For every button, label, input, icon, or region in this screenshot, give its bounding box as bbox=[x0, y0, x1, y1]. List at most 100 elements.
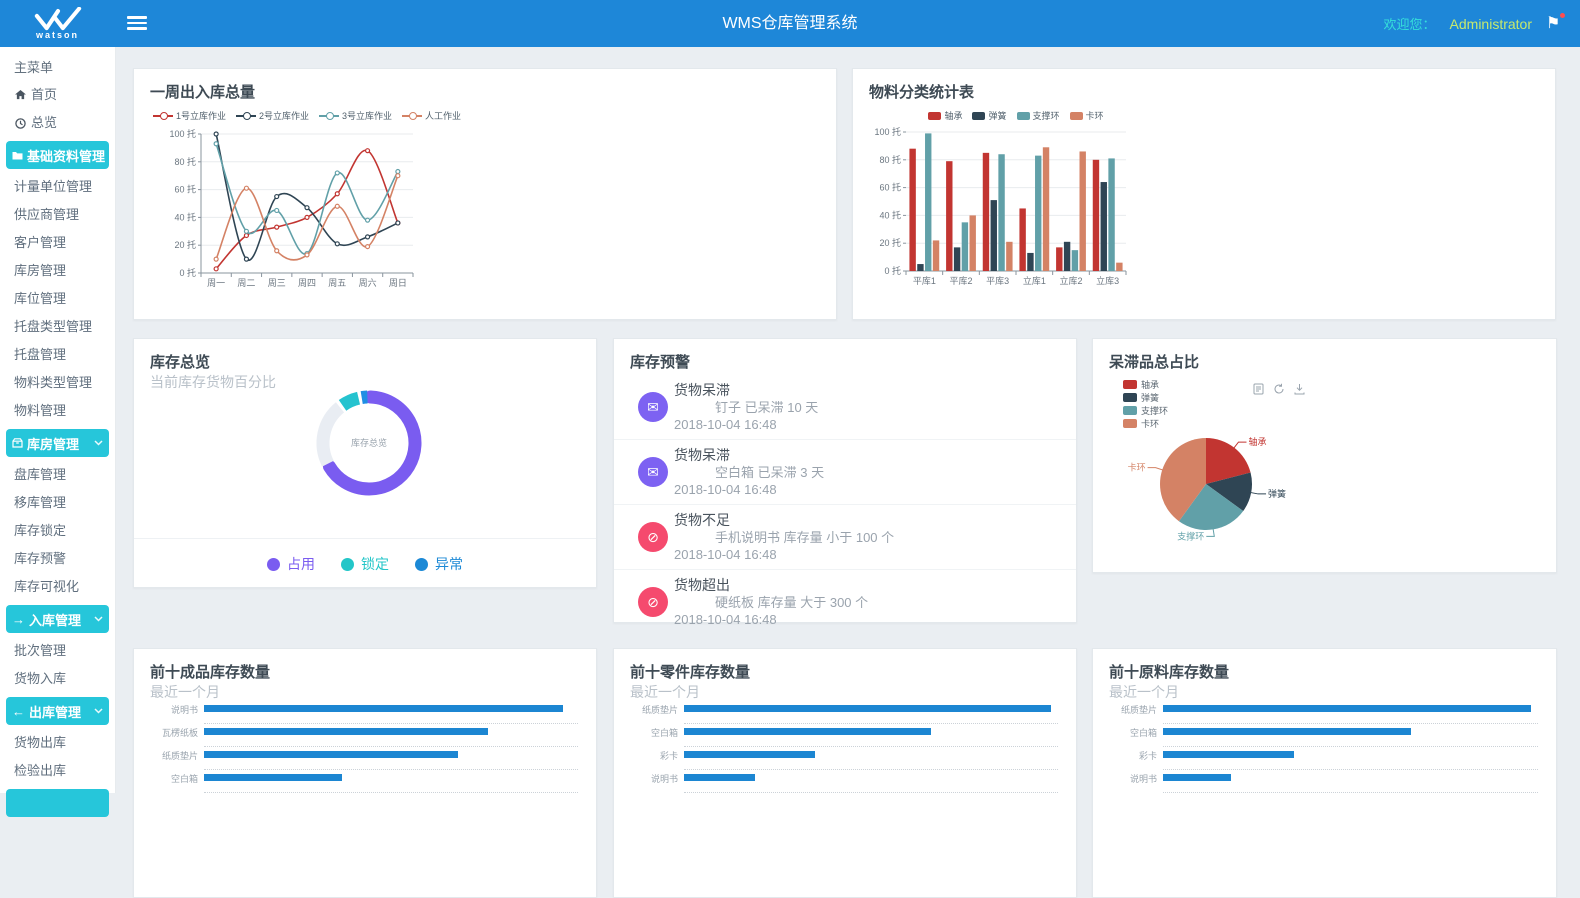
sidebar-item-库存锁定[interactable]: 库存锁定 bbox=[0, 517, 115, 545]
bar-value[interactable] bbox=[1163, 774, 1231, 781]
sidebar-group-基础资料管理[interactable]: 基础资料管理 bbox=[6, 141, 109, 169]
bar-value[interactable] bbox=[684, 751, 815, 758]
bar-value[interactable] bbox=[684, 705, 1051, 712]
legend-item-轴承[interactable]: 轴承 bbox=[928, 109, 962, 122]
sidebar: 主菜单 首页总览基础资料管理计量单位管理供应商管理客户管理库房管理库位管理托盘类… bbox=[0, 47, 115, 793]
sidebar-group-入库管理[interactable]: →入库管理 bbox=[6, 605, 109, 633]
svg-text:平库3: 平库3 bbox=[986, 275, 1009, 286]
notification-badge bbox=[1560, 13, 1565, 18]
weekly-line-chart: 0 托20 托40 托60 托80 托100 托周一周二周三周四周五周六周日 bbox=[134, 124, 434, 305]
sidebar-item-客户管理[interactable]: 客户管理 bbox=[0, 229, 115, 257]
svg-text:0 托: 0 托 bbox=[884, 265, 901, 276]
sidebar-item-label: 货物入库 bbox=[14, 665, 66, 693]
sidebar-item-盘库管理[interactable]: 盘库管理 bbox=[0, 461, 115, 489]
top-finished-bar-chart: 说明书瓦楞纸板纸质垫片空白箱 bbox=[134, 701, 578, 793]
alert-item-货物呆滞[interactable]: ✉货物呆滞钉子 已呆滞 10 天2018-10-04 16:48 bbox=[614, 375, 1076, 439]
svg-text:周二: 周二 bbox=[237, 278, 255, 288]
arrow-out-icon: ← bbox=[12, 704, 25, 719]
overview-legend-异常[interactable]: 异常 bbox=[415, 554, 463, 574]
bar-value[interactable] bbox=[684, 728, 931, 735]
card-top-raw-materials: 前十原料库存数量 最近一个月 纸质垫片空白箱彩卡说明书 bbox=[1092, 648, 1557, 898]
svg-text:卡环: 卡环 bbox=[1128, 462, 1146, 473]
bar-label: 说明书 bbox=[614, 772, 678, 785]
sidebar-group-库房管理[interactable]: 库房管理 bbox=[6, 429, 109, 457]
sidebar-item-label: 总览 bbox=[31, 109, 57, 137]
bar-value[interactable] bbox=[1163, 705, 1531, 712]
sidebar-item-首页[interactable]: 首页 bbox=[0, 81, 115, 109]
sidebar-item-托盘管理[interactable]: 托盘管理 bbox=[0, 341, 115, 369]
bar-row-空白箱: 空白箱 bbox=[1093, 724, 1538, 747]
sidebar-group-partial[interactable] bbox=[6, 789, 109, 817]
overview-legend-占用[interactable]: 占用 bbox=[267, 554, 315, 574]
materials-bar-chart: 0 托20 托40 托60 托80 托100 托平库1平库2平库3立库1立库2立… bbox=[853, 124, 1153, 305]
bar-label: 说明书 bbox=[134, 703, 198, 716]
svg-text:平库1: 平库1 bbox=[913, 275, 936, 286]
card-subtitle: 最近一个月 bbox=[1109, 682, 1179, 702]
legend-item-2号立库作业[interactable]: 2号立库作业 bbox=[236, 109, 309, 122]
chevron-down-icon bbox=[94, 616, 103, 622]
blocked-icon: ⊘ bbox=[638, 587, 668, 617]
overview-legend-锁定[interactable]: 锁定 bbox=[341, 554, 389, 574]
alert-message: 手机说明书 库存量 小于 100 个 bbox=[674, 529, 1060, 546]
bar-value[interactable] bbox=[204, 728, 488, 735]
svg-text:80 托: 80 托 bbox=[174, 156, 196, 167]
svg-text:80 托: 80 托 bbox=[879, 154, 901, 165]
svg-text:平库2: 平库2 bbox=[949, 275, 972, 286]
card-top-parts: 前十零件库存数量 最近一个月 纸质垫片空白箱彩卡说明书 bbox=[613, 648, 1077, 898]
card-top-finished-goods: 前十成品库存数量 最近一个月 说明书瓦楞纸板纸质垫片空白箱 bbox=[133, 648, 597, 898]
bar-track bbox=[1163, 728, 1538, 735]
alert-item-货物呆滞[interactable]: ✉货物呆滞空白箱 已呆滞 3 天2018-10-04 16:48 bbox=[614, 439, 1076, 504]
legend-item-人工作业[interactable]: 人工作业 bbox=[402, 109, 461, 122]
sidebar-item-label: 物料管理 bbox=[14, 397, 66, 425]
svg-text:周四: 周四 bbox=[298, 278, 316, 288]
sidebar-item-库房管理[interactable]: 库房管理 bbox=[0, 257, 115, 285]
sidebar-item-物料管理[interactable]: 物料管理 bbox=[0, 397, 115, 425]
bar-value[interactable] bbox=[1163, 751, 1294, 758]
legend-label: 卡环 bbox=[1086, 109, 1104, 122]
home-icon bbox=[14, 90, 26, 100]
svg-text:轴承: 轴承 bbox=[1248, 436, 1266, 447]
bar-value[interactable] bbox=[204, 774, 342, 781]
sidebar-item-批次管理[interactable]: 批次管理 bbox=[0, 637, 115, 665]
svg-text:弹簧: 弹簧 bbox=[1268, 488, 1286, 499]
bar-value[interactable] bbox=[1163, 728, 1411, 735]
bar-label: 说明书 bbox=[1093, 772, 1157, 785]
sidebar-item-托盘类型管理[interactable]: 托盘类型管理 bbox=[0, 313, 115, 341]
sidebar-item-货物出库[interactable]: 货物出库 bbox=[0, 729, 115, 757]
bar-value[interactable] bbox=[684, 774, 755, 781]
chevron-down-icon bbox=[94, 440, 103, 446]
bar-value[interactable] bbox=[204, 751, 458, 758]
username[interactable]: Administrator bbox=[1450, 16, 1532, 32]
sidebar-group-出库管理[interactable]: ←出库管理 bbox=[6, 697, 109, 725]
weekly-chart-legend: 1号立库作业2号立库作业3号立库作业人工作业 bbox=[167, 109, 447, 122]
legend-item-支撑环[interactable]: 支撑环 bbox=[1017, 109, 1060, 122]
sidebar-item-供应商管理[interactable]: 供应商管理 bbox=[0, 201, 115, 229]
sidebar-item-移库管理[interactable]: 移库管理 bbox=[0, 489, 115, 517]
alert-item-货物不足[interactable]: ⊘货物不足手机说明书 库存量 小于 100 个2018-10-04 16:48 bbox=[614, 504, 1076, 569]
sidebar-item-label: 托盘类型管理 bbox=[14, 313, 92, 341]
legend-item-弹簧[interactable]: 弹簧 bbox=[972, 109, 1006, 122]
sidebar-item-库存可视化[interactable]: 库存可视化 bbox=[0, 573, 115, 601]
sidebar-item-计量单位管理[interactable]: 计量单位管理 bbox=[0, 173, 115, 201]
card-title: 一周出入库总量 bbox=[150, 81, 255, 102]
flag-icon: ⚑ bbox=[1546, 15, 1560, 32]
bar-label: 纸质垫片 bbox=[614, 703, 678, 716]
bar-value[interactable] bbox=[204, 705, 563, 712]
warehouse-icon bbox=[12, 436, 23, 451]
sidebar-item-物料类型管理[interactable]: 物料类型管理 bbox=[0, 369, 115, 397]
sidebar-item-库位管理[interactable]: 库位管理 bbox=[0, 285, 115, 313]
notifications-flag-button[interactable]: ⚑ bbox=[1546, 14, 1564, 34]
legend-item-3号立库作业[interactable]: 3号立库作业 bbox=[319, 109, 392, 122]
sidebar-item-库存预警[interactable]: 库存预警 bbox=[0, 545, 115, 573]
sidebar-item-检验出库[interactable]: 检验出库 bbox=[0, 757, 115, 785]
legend-item-1号立库作业[interactable]: 1号立库作业 bbox=[153, 109, 226, 122]
sidebar-item-总览[interactable]: 总览 bbox=[0, 109, 115, 137]
legend-swatch bbox=[1017, 112, 1030, 120]
legend-item-卡环[interactable]: 卡环 bbox=[1070, 109, 1104, 122]
legend-label: 弹簧 bbox=[988, 109, 1006, 122]
svg-text:立库2: 立库2 bbox=[1059, 275, 1082, 286]
sidebar-item-货物入库[interactable]: 货物入库 bbox=[0, 665, 115, 693]
bar-row-说明书: 说明书 bbox=[134, 701, 578, 724]
svg-text:库存总览: 库存总览 bbox=[351, 437, 387, 448]
alert-item-货物超出[interactable]: ⊘货物超出硬纸板 库存量 大于 300 个2018-10-04 16:48 bbox=[614, 569, 1076, 634]
